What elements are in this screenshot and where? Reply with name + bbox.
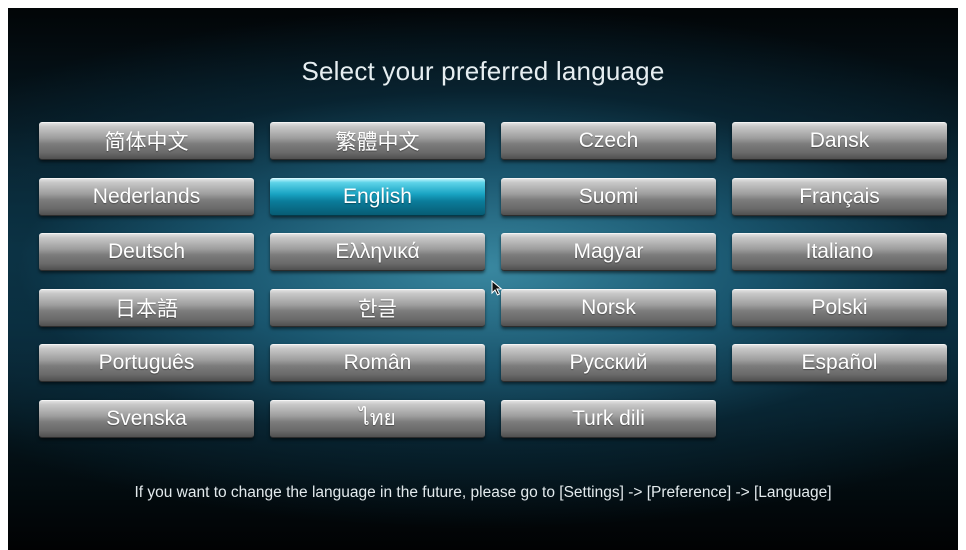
language-button-japanese[interactable]: 日本語 (39, 288, 254, 327)
page-title: Select your preferred language (301, 56, 665, 86)
language-button-simplified-chinese[interactable]: 简体中文 (39, 122, 254, 160)
language-button-polish[interactable]: Polski (732, 288, 947, 327)
language-button-spanish[interactable]: Español (732, 344, 947, 382)
language-button-french[interactable]: Français (732, 177, 947, 216)
language-button-danish[interactable]: Dansk (732, 122, 947, 160)
mouse-pointer-icon (491, 280, 503, 296)
language-button-greek[interactable]: Ελληνικά (270, 233, 485, 271)
language-button-turkish[interactable]: Turk dili (501, 399, 716, 438)
language-button-hungarian[interactable]: Magyar (501, 233, 716, 271)
language-button-romanian[interactable]: Român (270, 344, 485, 382)
language-button-finnish[interactable]: Suomi (501, 177, 716, 216)
language-button-thai[interactable]: ไทย (270, 399, 485, 438)
language-button-czech[interactable]: Czech (501, 122, 716, 160)
language-button-italian[interactable]: Italiano (732, 233, 947, 271)
language-button-dutch[interactable]: Nederlands (39, 177, 254, 216)
language-change-hint: If you want to change the language in th… (134, 484, 832, 501)
language-button-russian[interactable]: Русский (501, 344, 716, 382)
language-button-norwegian[interactable]: Norsk (501, 288, 716, 327)
language-button-german[interactable]: Deutsch (39, 233, 254, 271)
language-button-swedish[interactable]: Svenska (39, 399, 254, 438)
language-button-korean[interactable]: 한글 (270, 288, 485, 327)
language-selection-screen: Select your preferred language 简体中文 繁體中文… (8, 8, 958, 550)
language-button-english[interactable]: English (270, 177, 485, 216)
language-button-portuguese[interactable]: Português (39, 344, 254, 382)
language-button-traditional-chinese[interactable]: 繁體中文 (270, 122, 485, 160)
